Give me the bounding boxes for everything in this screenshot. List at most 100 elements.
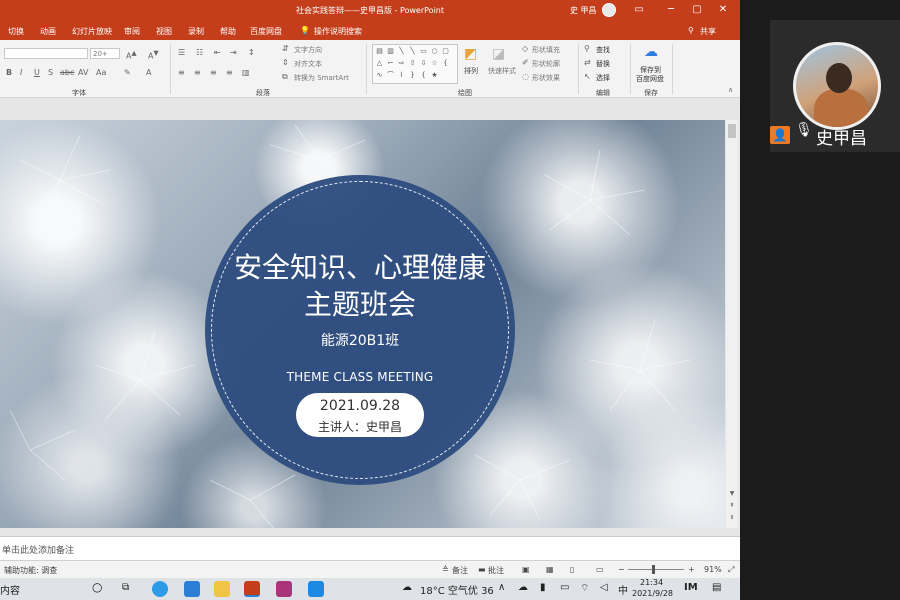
- ime-indicator[interactable]: 中: [618, 582, 628, 597]
- slide-class-name[interactable]: 能源20B1班: [205, 330, 515, 350]
- align-right-icon[interactable]: ≡: [210, 68, 217, 77]
- corner-shape-icon[interactable]: ⌐: [386, 59, 395, 67]
- font-size-box[interactable]: 20+: [90, 48, 120, 59]
- arrow-right-shape-icon[interactable]: ⇨: [397, 59, 406, 67]
- tab-review[interactable]: 审阅: [124, 26, 140, 37]
- font-name-box[interactable]: [4, 48, 88, 59]
- task-view-icon[interactable]: ⧉: [122, 582, 129, 593]
- replace-button[interactable]: 替换: [596, 59, 610, 69]
- share-button[interactable]: 共享: [700, 26, 716, 37]
- collapse-ribbon-icon[interactable]: ∧: [728, 86, 733, 94]
- app-taskbar-icon[interactable]: [276, 581, 292, 597]
- vertical-scrollbar[interactable]: ▼ ⇞ ⇟: [726, 120, 738, 528]
- change-case-button[interactable]: Aa: [96, 68, 106, 77]
- notes-pane[interactable]: 单击此处添加备注: [0, 536, 740, 560]
- account-avatar[interactable]: [602, 3, 616, 17]
- slideshow-view-icon[interactable]: ▭: [596, 565, 604, 574]
- zoom-slider[interactable]: [628, 569, 684, 570]
- align-left-icon[interactable]: ≡: [178, 68, 185, 77]
- star-shape-icon[interactable]: ★: [430, 71, 439, 79]
- tab-animations[interactable]: 动画: [40, 26, 56, 37]
- clock-date[interactable]: 2021/9/28: [632, 589, 673, 598]
- tray-expand-icon[interactable]: ∧: [498, 582, 505, 593]
- slide-1[interactable]: 安全知识、心理健康 主题班会 能源20B1班 THEME CLASS MEETI…: [0, 120, 725, 528]
- volume-icon[interactable]: ◁: [600, 582, 608, 593]
- weather-text[interactable]: 18°C 空气优 36: [420, 582, 494, 597]
- scroll-down-icon[interactable]: ▼: [726, 490, 738, 497]
- textbox-shape-icon[interactable]: ▤: [375, 47, 384, 55]
- powerpoint-taskbar-icon[interactable]: [244, 581, 260, 597]
- slide-title-line2[interactable]: 主题班会: [205, 283, 515, 323]
- bullets-icon[interactable]: ☰: [178, 48, 185, 57]
- arc-shape-icon[interactable]: ⌒: [386, 71, 395, 79]
- textbox-vertical-shape-icon[interactable]: ▥: [386, 47, 395, 55]
- rectangle-shape-icon[interactable]: ▭: [419, 47, 428, 55]
- bold-button[interactable]: B: [6, 68, 12, 77]
- wifi-icon[interactable]: ⌔: [580, 582, 589, 595]
- shrink-font-icon[interactable]: A▼: [148, 49, 159, 61]
- underline-button[interactable]: U: [34, 68, 40, 77]
- align-text-button[interactable]: 对齐文本: [294, 59, 322, 69]
- grow-font-icon[interactable]: A▲: [126, 49, 137, 61]
- columns-icon[interactable]: ▥: [242, 68, 250, 77]
- slide-sorter-icon[interactable]: ▦: [546, 565, 554, 574]
- tab-transitions[interactable]: 切换: [8, 26, 24, 37]
- zoom-slider-handle[interactable]: [652, 565, 655, 574]
- increase-indent-icon[interactable]: ⇥: [230, 48, 237, 57]
- tray-app-icon[interactable]: ▭: [560, 582, 569, 593]
- line-spacing-icon[interactable]: ↕: [248, 48, 255, 57]
- brace-shape-icon[interactable]: {: [419, 71, 428, 79]
- reading-view-icon[interactable]: ▯: [570, 565, 574, 574]
- select-button[interactable]: 选择: [596, 73, 610, 83]
- decrease-indent-icon[interactable]: ⇤: [214, 48, 221, 57]
- text-direction-button[interactable]: 文字方向: [294, 45, 322, 55]
- clock-time[interactable]: 21:34: [640, 578, 663, 587]
- numbering-icon[interactable]: ☷: [196, 48, 203, 57]
- highlight-icon[interactable]: ✎: [124, 68, 131, 77]
- close-icon[interactable]: ✕: [716, 3, 730, 17]
- file-explorer-icon[interactable]: [214, 581, 230, 597]
- tab-help[interactable]: 帮助: [220, 26, 236, 37]
- zoom-in-icon[interactable]: +: [688, 565, 695, 574]
- arrow-down-shape-icon[interactable]: ⇩: [419, 59, 428, 67]
- line-shape-icon[interactable]: ╲: [408, 47, 417, 55]
- slide-title-line1[interactable]: 安全知识、心理健康: [205, 246, 515, 286]
- cortana-icon[interactable]: ○: [92, 580, 102, 594]
- justify-icon[interactable]: ≡: [226, 68, 233, 77]
- zoom-out-icon[interactable]: −: [618, 565, 625, 574]
- shape-fill-button[interactable]: 形状填充: [532, 45, 560, 55]
- meeting-app-icon[interactable]: [308, 581, 324, 597]
- shape-effects-button[interactable]: 形状效果: [532, 73, 560, 83]
- comments-button[interactable]: 批注: [488, 565, 504, 576]
- accessibility-status[interactable]: 辅助功能: 调查: [4, 565, 57, 576]
- char-spacing-button[interactable]: AV: [78, 68, 88, 77]
- shadow-button[interactable]: S: [48, 68, 53, 77]
- notes-placeholder[interactable]: 单击此处添加备注: [2, 543, 74, 556]
- convert-smartart-button[interactable]: 转换为 SmartArt: [294, 73, 349, 83]
- slide-date[interactable]: 2021.09.28: [296, 398, 424, 414]
- oval-shape-icon[interactable]: ○: [430, 47, 439, 55]
- ribbon-display-icon[interactable]: ▭: [632, 3, 646, 17]
- align-center-icon[interactable]: ≡: [194, 68, 201, 77]
- mail-icon[interactable]: [184, 581, 200, 597]
- scrollbar-thumb[interactable]: [728, 124, 736, 138]
- zoom-level[interactable]: 91%: [704, 565, 722, 574]
- save-to-line2[interactable]: 百度网盘: [636, 74, 664, 84]
- edge-icon[interactable]: [152, 581, 168, 597]
- rounded-rect-shape-icon[interactable]: ▢: [441, 47, 450, 55]
- find-button[interactable]: 查找: [596, 45, 610, 55]
- shapes-gallery[interactable]: ▤ ▥ ╲ ╲ ▭ ○ ▢ △ ⌐ ⇨ ⇧ ⇩ ☆ { ∿ ⌒ ⌇ } { ★: [372, 44, 458, 84]
- tell-me-search[interactable]: 操作说明搜索: [314, 26, 362, 37]
- tab-record[interactable]: 录制: [188, 26, 204, 37]
- triangle-shape-icon[interactable]: △: [375, 59, 384, 67]
- tab-slideshow[interactable]: 幻灯片放映: [72, 26, 112, 37]
- arrow-up-shape-icon[interactable]: ⇧: [408, 59, 417, 67]
- next-slide-icon[interactable]: ⇟: [726, 514, 738, 521]
- brace-shape-icon[interactable]: }: [408, 71, 417, 79]
- italic-button[interactable]: I: [20, 68, 22, 77]
- maximize-icon[interactable]: ▢: [690, 3, 704, 17]
- prev-slide-icon[interactable]: ⇞: [726, 502, 738, 509]
- font-color-button[interactable]: A: [146, 68, 151, 77]
- strikethrough-button[interactable]: abc: [60, 68, 74, 77]
- battery-icon[interactable]: ▮: [540, 582, 546, 593]
